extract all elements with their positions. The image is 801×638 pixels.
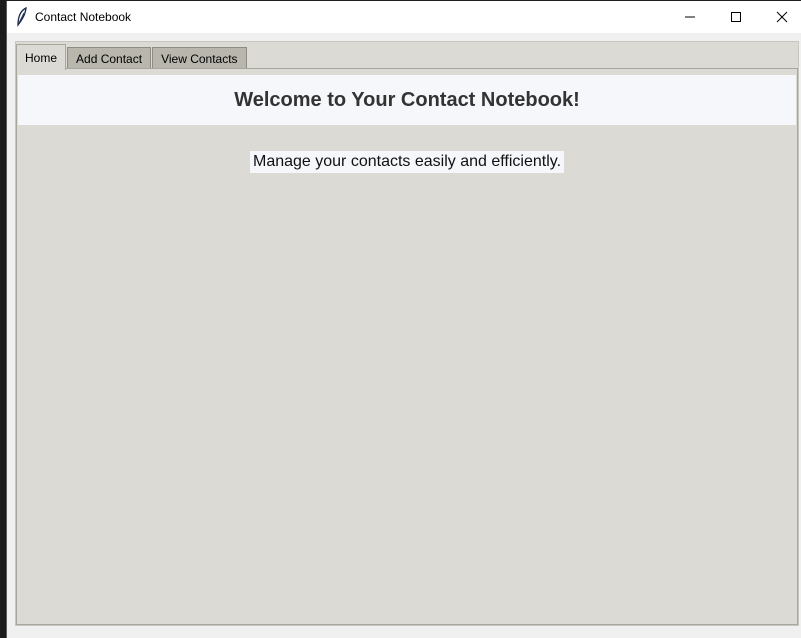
close-icon <box>776 11 788 23</box>
app-window: Contact Notebook Home Add Contact View C… <box>6 1 801 638</box>
window-title: Contact Notebook <box>35 10 132 24</box>
subtitle-label: Manage your contacts easily and efficien… <box>249 151 565 173</box>
subtitle-row: Manage your contacts easily and efficien… <box>17 151 797 173</box>
tab-view-contacts[interactable]: View Contacts <box>152 47 247 70</box>
title-bar[interactable]: Contact Notebook <box>7 1 801 33</box>
page-title: Welcome to Your Contact Notebook! <box>234 88 580 111</box>
maximize-icon <box>731 12 741 22</box>
window-client-area: Home Add Contact View Contacts Welcome t… <box>7 33 801 638</box>
notebook: Home Add Contact View Contacts Welcome t… <box>15 41 799 626</box>
home-tab-panel: Welcome to Your Contact Notebook! Manage… <box>16 68 798 625</box>
minimize-icon <box>685 16 695 18</box>
tab-home[interactable]: Home <box>16 44 67 70</box>
welcome-header: Welcome to Your Contact Notebook! <box>18 75 796 125</box>
tab-add-contact[interactable]: Add Contact <box>67 47 152 70</box>
tab-bar: Home Add Contact View Contacts <box>16 44 248 70</box>
close-button[interactable] <box>759 1 801 33</box>
minimize-button[interactable] <box>667 1 713 33</box>
feather-icon <box>17 7 27 27</box>
maximize-button[interactable] <box>713 1 759 33</box>
